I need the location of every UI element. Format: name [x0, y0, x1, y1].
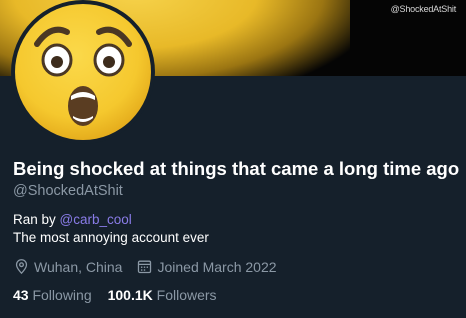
bio-line-1: Ran by @carb_cool — [13, 211, 453, 229]
joined-date-text: Joined March 2022 — [157, 258, 277, 275]
location-item: Wuhan, China — [13, 258, 122, 275]
bio-mention-link[interactable]: @carb_cool — [60, 212, 132, 227]
joined-item: Joined March 2022 — [136, 258, 277, 275]
avatar[interactable] — [11, 0, 155, 144]
profile-bio: Ran by @carb_cool The most annoying acco… — [13, 211, 453, 247]
location-pin-icon — [15, 259, 28, 275]
followers-link[interactable]: 100.1K Followers — [108, 287, 217, 303]
location-text: Wuhan, China — [34, 258, 123, 275]
display-name: Being shocked at things that came a long… — [13, 158, 460, 179]
username-handle: @ShockedAtShit — [13, 183, 123, 199]
following-link[interactable]: 43 Following — [13, 287, 92, 303]
astonished-face-icon — [15, 4, 151, 140]
profile-meta: Wuhan, China Joined March 2022 — [13, 258, 291, 275]
calendar-icon — [138, 260, 152, 274]
followers-count: 100.1K — [107, 287, 153, 303]
followers-label: Followers — [156, 287, 217, 303]
profile-header: @ShockedAtShit Being shocked at things t… — [0, 0, 466, 318]
banner-watermark: @ShockedAtShit — [390, 4, 457, 14]
bio-prefix: Ran by — [13, 212, 60, 227]
following-count: 43 — [13, 287, 29, 303]
following-label: Following — [32, 287, 92, 303]
follow-stats: 43 Following 100.1K Followers — [13, 287, 233, 303]
bio-line-2: The most annoying account ever — [13, 230, 209, 245]
